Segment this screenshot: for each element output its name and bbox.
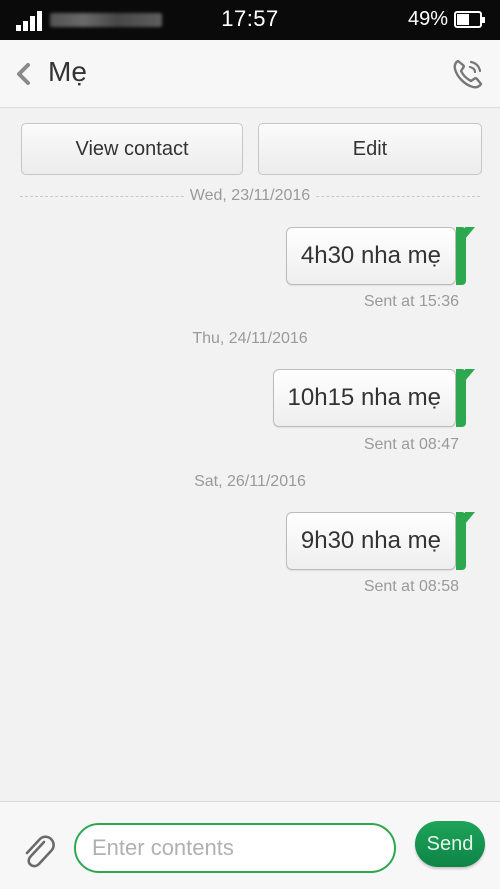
message-input[interactable]: [74, 823, 396, 873]
edit-button[interactable]: Edit: [258, 123, 482, 175]
date-separator: Sat, 26/11/2016: [0, 473, 500, 491]
battery-percent: 49%: [407, 8, 448, 30]
date-separator-label: Thu, 24/11/2016: [186, 330, 314, 347]
sent-indicator: [456, 227, 475, 285]
paperclip-icon[interactable]: [20, 830, 56, 870]
battery-icon: [454, 11, 485, 28]
contact-name: Mẹ: [48, 56, 87, 87]
message-bubble[interactable]: 4h30 nha mẹ: [285, 227, 456, 285]
status-bar: 17:57 49%: [0, 0, 500, 40]
date-separator-label: Wed, 23/11/2016: [183, 187, 317, 204]
message-text: 10h15 nha mẹ: [287, 384, 441, 411]
view-contact-button[interactable]: View contact: [21, 123, 243, 175]
send-button[interactable]: Send: [415, 821, 485, 867]
message-bubble[interactable]: 10h15 nha mẹ: [272, 369, 456, 427]
date-separator: Thu, 24/11/2016: [0, 330, 500, 348]
chevron-left-icon[interactable]: [14, 62, 34, 86]
composer-bar: Send: [0, 801, 500, 889]
message-text: 9h30 nha mẹ: [300, 527, 441, 554]
sent-indicator: [456, 512, 475, 570]
message-bubble[interactable]: 9h30 nha mẹ: [285, 512, 456, 570]
sent-timestamp: Sent at 08:58: [363, 578, 459, 595]
sent-timestamp: Sent at 08:47: [363, 436, 459, 453]
conversation-header: Mẹ: [0, 40, 500, 108]
date-separator: Wed, 23/11/2016: [0, 187, 500, 205]
sent-indicator: [456, 369, 475, 427]
date-separator-label: Sat, 26/11/2016: [188, 473, 312, 490]
message-text: 4h30 nha mẹ: [300, 242, 441, 269]
sent-timestamp: Sent at 15:36: [363, 293, 459, 310]
phone-icon[interactable]: [450, 56, 486, 92]
